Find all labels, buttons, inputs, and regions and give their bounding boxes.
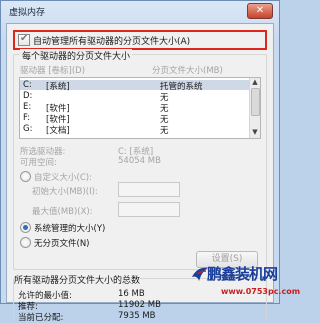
- max-size-input[interactable]: [118, 202, 180, 217]
- initial-size-input[interactable]: [118, 182, 180, 197]
- drive-size: 无: [160, 126, 169, 136]
- auto-manage-highlight: 自动管理所有驱动器的分页文件大小(A): [13, 30, 267, 50]
- system-managed-radio[interactable]: [20, 222, 31, 233]
- drive-letter: F:: [23, 113, 31, 123]
- drive-letter: C:: [23, 80, 32, 90]
- drive-letter: E:: [23, 102, 32, 112]
- drive-row-e[interactable]: E: [软件] 无: [20, 102, 250, 114]
- scroll-down-icon[interactable]: ▼: [250, 128, 260, 137]
- auto-manage-checkbox[interactable]: [18, 33, 30, 46]
- max-size-label: 最大值(MB)(X):: [32, 207, 93, 217]
- drive-letter: D:: [23, 91, 33, 101]
- title-bar: 虚拟内存 ✕: [1, 1, 279, 21]
- drive-row-c[interactable]: C: [系统] 托管的系统: [20, 80, 250, 92]
- watermark-text: 鹏鑫装机网: [207, 265, 278, 283]
- initial-size-label: 初始大小(MB)(I):: [32, 187, 98, 197]
- drives-list[interactable]: C: [系统] 托管的系统 D: 无 E: [软件] 无 F: [软件] 无 G…: [19, 77, 261, 139]
- site-watermark: 鹏鑫装机网 www.0753pc.com: [189, 255, 300, 303]
- current-allocated-label: 当前已分配:: [18, 313, 64, 323]
- no-paging-radio[interactable]: [20, 237, 31, 248]
- custom-size-label[interactable]: 自定义大小(C):: [34, 171, 92, 183]
- per-drive-group: 每个驱动器的分页文件大小 驱动器 [卷标](D) 分页文件大小(MB) C: […: [13, 49, 267, 270]
- drives-scrollbar[interactable]: ▲ ▼: [249, 78, 260, 138]
- per-drive-legend: 每个驱动器的分页文件大小: [20, 49, 133, 62]
- drive-letter: G:: [23, 124, 33, 134]
- virtual-memory-dialog: 虚拟内存 ✕ 自动管理所有驱动器的分页文件大小(A) 每个驱动器的分页文件大小 …: [0, 0, 300, 323]
- scroll-thumb[interactable]: [251, 88, 260, 116]
- drive-row-d[interactable]: D: 无: [20, 91, 250, 103]
- auto-manage-label[interactable]: 自动管理所有驱动器的分页文件大小(A): [33, 34, 190, 47]
- no-paging-label[interactable]: 无分页文件(N): [34, 237, 90, 249]
- current-allocated-value: 7935 MB: [118, 311, 156, 321]
- custom-size-radio[interactable]: [20, 171, 31, 182]
- free-space-value: 54054 MB: [118, 156, 161, 166]
- system-managed-label[interactable]: 系统管理的大小(Y): [34, 222, 105, 234]
- close-button[interactable]: ✕: [247, 3, 273, 19]
- watermark-url: www.0753pc.com: [221, 287, 301, 296]
- drive-label: [文档]: [46, 126, 70, 136]
- drive-column-header: 驱动器 [卷标](D): [20, 66, 86, 76]
- window-title: 虚拟内存: [9, 8, 46, 18]
- scroll-up-icon[interactable]: ▲: [250, 78, 260, 87]
- free-space-label: 可用空间:: [20, 158, 57, 168]
- drive-row-g[interactable]: G: [文档] 无: [20, 124, 250, 136]
- min-allowed-value: 16 MB: [118, 289, 145, 299]
- size-column-header: 分页文件大小(MB): [152, 66, 223, 76]
- drive-row-f[interactable]: F: [软件] 无: [20, 113, 250, 125]
- totals-legend: 所有驱动器分页文件大小的总数: [14, 273, 141, 286]
